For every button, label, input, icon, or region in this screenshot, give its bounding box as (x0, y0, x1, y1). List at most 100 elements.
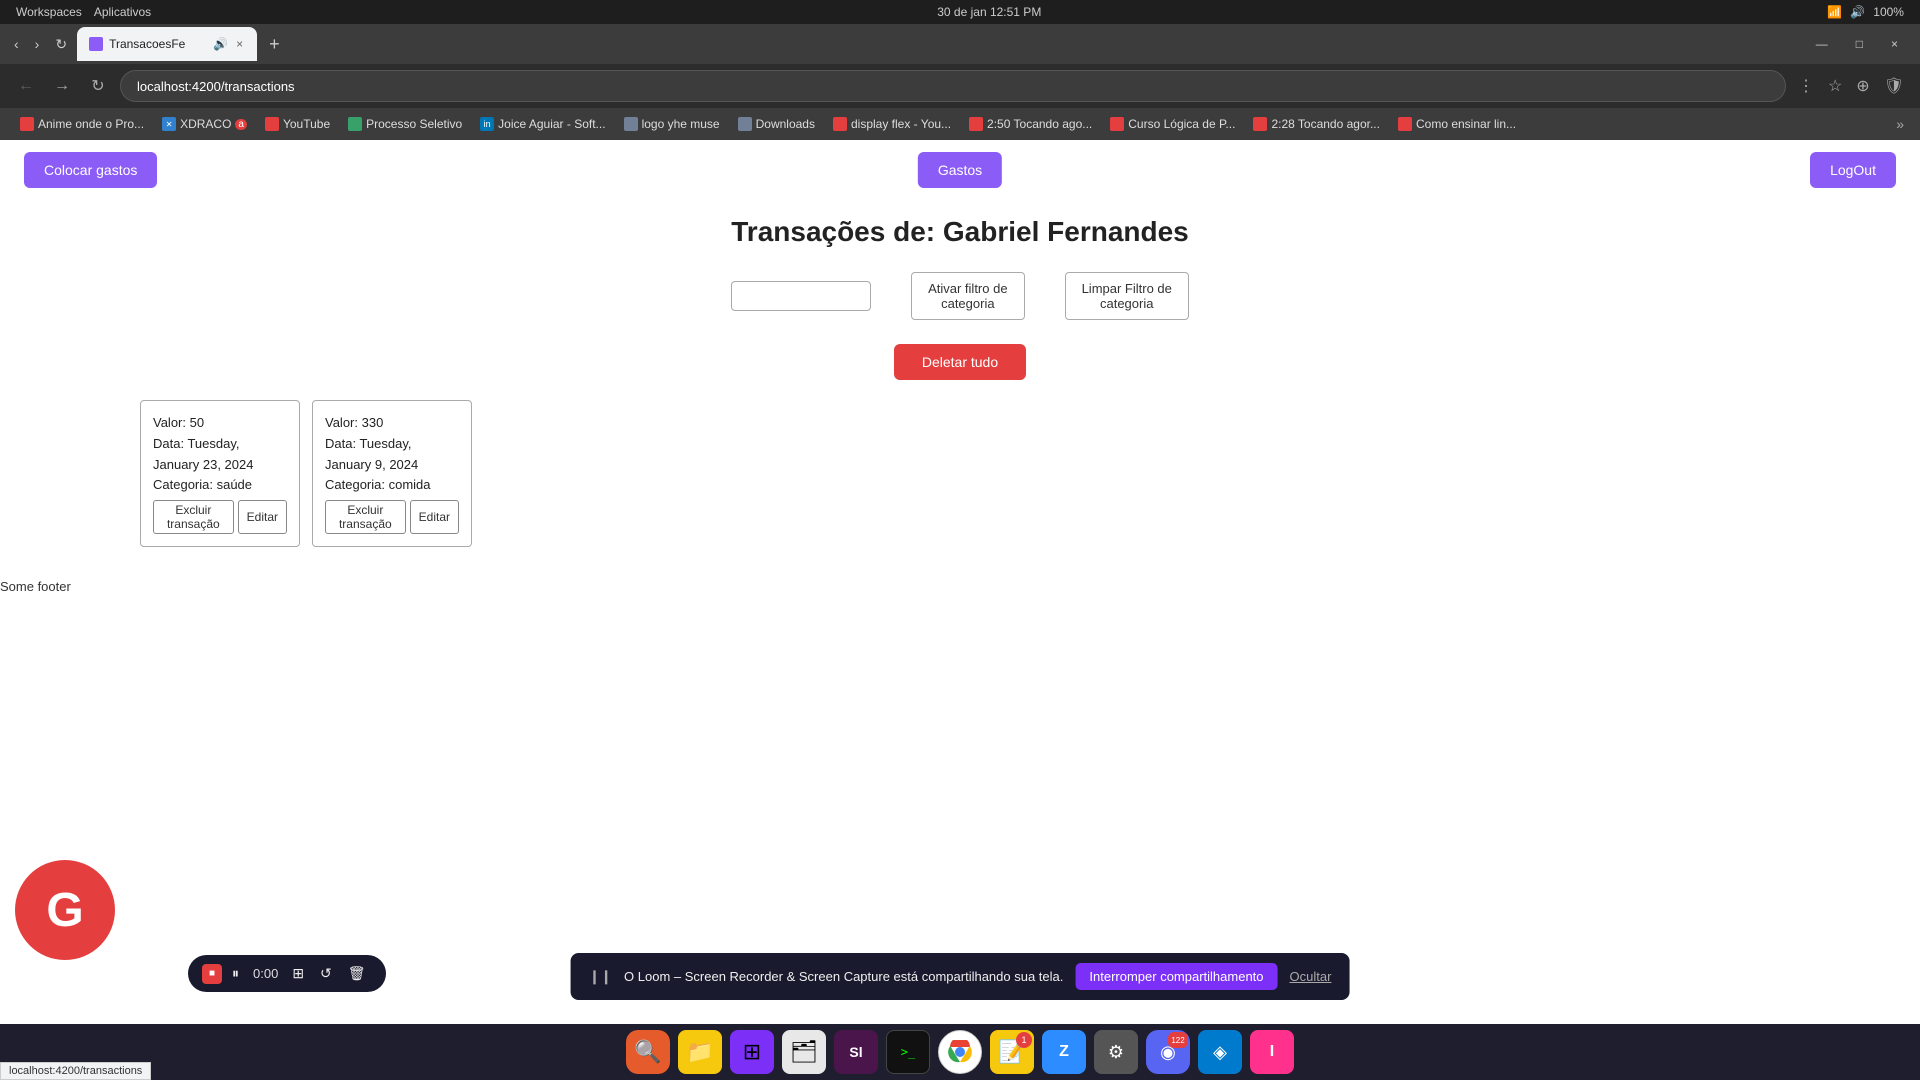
active-tab[interactable]: TransacoesFe 🔊 × (77, 27, 257, 61)
bookmark-label: Joice Aguiar - Soft... (498, 117, 605, 131)
nav-forward-button[interactable]: → (48, 72, 76, 100)
transaction-valor-1: Valor: 330 (325, 413, 459, 434)
battery-label: 100% (1873, 5, 1904, 19)
taskbar-icon-terminal[interactable]: >_ (886, 1030, 930, 1074)
transaction-valor-0: Valor: 50 (153, 413, 287, 434)
bookmarks-more-button[interactable]: » (1892, 112, 1908, 136)
taskbar-icon-zoom[interactable]: Z (1042, 1030, 1086, 1074)
idea-app-icon: I (1270, 1043, 1274, 1061)
tab-audio-icon[interactable]: 🔊 (213, 37, 228, 51)
tab-favicon (89, 37, 103, 51)
transactions-list: Valor: 50 Data: Tuesday, January 23, 202… (0, 400, 1920, 571)
taskbar-icon-search[interactable]: 🔍 (626, 1030, 670, 1074)
notes-badge: 1 (1016, 1032, 1032, 1048)
limpar-filtro-button[interactable]: Limpar Filtro decategoria (1065, 272, 1189, 320)
chrome-app-icon (948, 1040, 972, 1064)
datetime-display: 30 de jan 12:51 PM (937, 5, 1041, 19)
gastos-button[interactable]: Gastos (918, 152, 1002, 188)
tab-bar: ‹ › ↻ TransacoesFe 🔊 × + — □ × (0, 24, 1920, 64)
loom-pause-button[interactable]: ⏸ (226, 961, 245, 986)
files-app-icon: 📁 (686, 1039, 713, 1065)
bookmark-display-flex[interactable]: display flex - You... (825, 114, 959, 134)
system-bar-left: Workspaces Aplicativos (16, 5, 151, 19)
tab-close-button[interactable]: × (234, 35, 245, 53)
workspaces-label[interactable]: Workspaces (16, 5, 82, 19)
aplicativos-label[interactable]: Aplicativos (94, 5, 151, 19)
maximize-button[interactable]: □ (1842, 24, 1877, 64)
loom-stop-sharing-button[interactable]: Interromper compartilhamento (1075, 963, 1277, 990)
page-footer: Some footer (0, 571, 1920, 610)
taskbar-icon-settings[interactable]: ⚙ (1094, 1030, 1138, 1074)
loom-delete-button[interactable]: 🗑 (342, 961, 372, 986)
bookmark-tocando1[interactable]: 2:50 Tocando ago... (961, 114, 1100, 134)
taskbar-icon-chrome[interactable] (938, 1030, 982, 1074)
taskbar-icon-slack[interactable]: Sl (834, 1030, 878, 1074)
bookmark-label: Curso Lógica de P... (1128, 117, 1235, 131)
window-controls: — □ × (1802, 24, 1912, 64)
editar-1-button[interactable]: Editar (410, 500, 459, 534)
excluir-transacao-0-button[interactable]: Excluir transação (153, 500, 234, 534)
terminal-app-icon: >_ (901, 1045, 915, 1059)
zoom-app-icon: Z (1059, 1043, 1069, 1061)
nav-refresh-button[interactable]: ↻ (84, 72, 112, 100)
bookmark-anime[interactable]: Anime onde o Pro... (12, 114, 152, 134)
minimize-button[interactable]: — (1802, 24, 1842, 64)
loom-hide-button[interactable]: Ocultar (1290, 969, 1332, 984)
back-button[interactable]: ‹ (8, 32, 25, 56)
discord-badge: 122 (1168, 1032, 1188, 1048)
loom-notification-icon: ❙❙ (589, 968, 612, 985)
close-button[interactable]: × (1877, 24, 1912, 64)
bookmark-label: 2:28 Tocando agor... (1271, 117, 1380, 131)
bookmark-joice[interactable]: in Joice Aguiar - Soft... (472, 114, 613, 134)
refresh-button[interactable]: ↻ (49, 32, 73, 57)
taskbar-icon-notes[interactable]: 📝 1 (990, 1030, 1034, 1074)
slack-app-icon: Sl (849, 1044, 862, 1060)
taskbar-icon-vscode[interactable]: ◈ (1198, 1030, 1242, 1074)
category-filter-input[interactable] (731, 281, 871, 311)
system-bar: Workspaces Aplicativos 30 de jan 12:51 P… (0, 0, 1920, 24)
transaction-card-1: Valor: 330 Data: Tuesday, January 9, 202… (312, 400, 472, 547)
delete-all-button[interactable]: Deletar tudo (894, 344, 1026, 380)
url-tooltip: localhost:4200/transactions (0, 1062, 151, 1080)
bookmark-curso[interactable]: Curso Lógica de P... (1102, 114, 1243, 134)
system-bar-right: 📶 🔊 100% (1827, 5, 1904, 19)
taskbar-icon-grid[interactable]: ⊞ (730, 1030, 774, 1074)
bookmark-icon[interactable]: ☆ (1824, 72, 1846, 100)
bookmark-youtube[interactable]: YouTube (257, 114, 338, 134)
transaction-categoria-1: Categoria: comida (325, 475, 459, 496)
taskbar-icon-files[interactable]: 📁 (678, 1030, 722, 1074)
colocar-gastos-button[interactable]: Colocar gastos (24, 152, 157, 188)
logout-button[interactable]: LogOut (1810, 152, 1896, 188)
excluir-transacao-1-button[interactable]: Excluir transação (325, 500, 406, 534)
ativar-filtro-button[interactable]: Ativar filtro decategoria (911, 272, 1024, 320)
new-tab-button[interactable]: + (261, 30, 288, 59)
bookmark-xdraco[interactable]: ✕ XDRACO a (154, 114, 255, 134)
search-app-icon: 🔍 (634, 1039, 661, 1065)
loom-stop-button[interactable]: ■ (202, 964, 222, 984)
page-title: Transações de: Gabriel Fernandes (0, 216, 1920, 248)
address-input[interactable] (120, 70, 1786, 102)
transaction-card-0: Valor: 50 Data: Tuesday, January 23, 202… (140, 400, 300, 547)
loom-grid-button[interactable]: ⊞ (286, 961, 310, 986)
bookmark-tocando2[interactable]: 2:28 Tocando agor... (1245, 114, 1388, 134)
taskbar-icon-idea[interactable]: I (1250, 1030, 1294, 1074)
loom-replay-button[interactable]: ↺ (314, 961, 338, 986)
delete-all-row: Deletar tudo (0, 344, 1920, 400)
bookmark-logo[interactable]: logo yhe muse (616, 114, 728, 134)
bookmark-favicon (1253, 117, 1267, 131)
taskbar-icon-folder[interactable]: 🗂 (782, 1030, 826, 1074)
bookmark-ensinar[interactable]: Como ensinar lin... (1390, 114, 1524, 134)
extensions-icon[interactable]: ⋮ (1794, 72, 1818, 100)
grid-app-icon: ⊞ (743, 1039, 761, 1065)
nav-back-button[interactable]: ← (12, 72, 40, 100)
shield-icon[interactable]: 🛡 (1880, 72, 1908, 100)
bookmark-badge: a (235, 119, 247, 130)
address-bar-icons: ⋮ ☆ ⊕ 🛡 (1794, 72, 1908, 100)
editar-0-button[interactable]: Editar (238, 500, 287, 534)
zoom-icon[interactable]: ⊕ (1852, 72, 1873, 100)
forward-button[interactable]: › (29, 32, 46, 56)
bookmark-label: Downloads (756, 117, 815, 131)
bookmark-processo[interactable]: Processo Seletivo (340, 114, 470, 134)
bookmark-downloads[interactable]: Downloads (730, 114, 823, 134)
taskbar-icon-discord[interactable]: ◉ 122 (1146, 1030, 1190, 1074)
